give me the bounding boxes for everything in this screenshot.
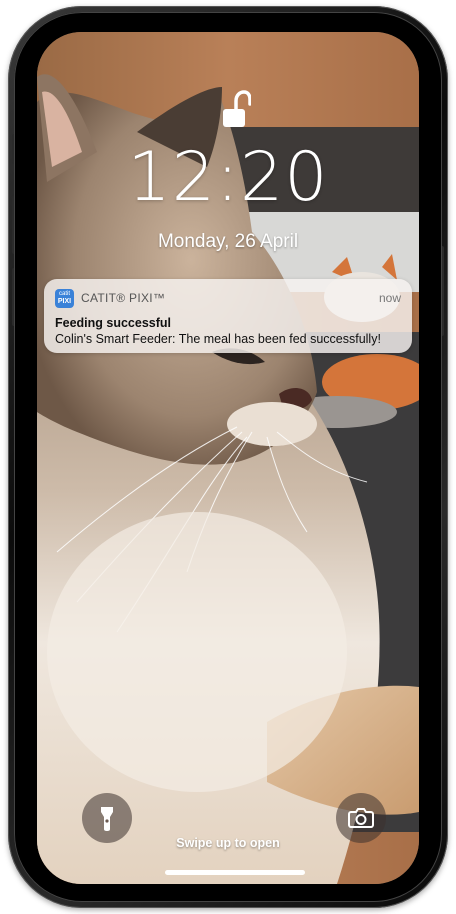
home-indicator[interactable] [165, 870, 305, 875]
catit-pixi-app-icon: catit PIXI [55, 288, 74, 308]
notification-body: Colin's Smart Feeder: The meal has been … [55, 332, 381, 346]
notification-card[interactable]: catit PIXI CATIT® PIXI™ now Feeding succ… [44, 279, 412, 353]
lock-screen[interactable]: 12:20 Monday, 26 April catit PIXI CATIT®… [37, 32, 419, 884]
notification-app-name: CATIT® PIXI™ [81, 291, 166, 305]
app-icon-text-top: catit [58, 290, 70, 297]
notification-title: Feeding successful [55, 316, 172, 330]
notification-time: now [378, 291, 401, 305]
notification-header: catit PIXI CATIT® PIXI™ now [55, 288, 401, 308]
lock-screen-clock: 12:20 [127, 138, 329, 217]
swipe-up-hint: Swipe up to open [176, 836, 280, 850]
app-icon-text-bottom: PIXI [57, 297, 72, 305]
lock-screen-date: Monday, 26 April [157, 231, 299, 252]
unlocked-padlock-icon [223, 90, 251, 127]
